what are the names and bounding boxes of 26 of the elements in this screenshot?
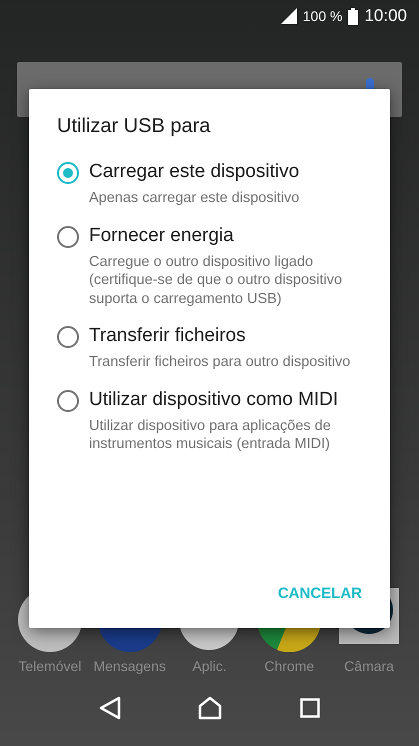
app-label[interactable]: Mensagens	[93, 658, 166, 674]
clock: 10:00	[364, 6, 407, 26]
signal-icon	[280, 8, 297, 24]
cancel-button[interactable]: CANCELAR	[270, 579, 370, 608]
app-label[interactable]: Câmara	[344, 658, 394, 674]
dialog-title: Utilizar USB para	[57, 115, 212, 138]
radio-button[interactable]	[57, 326, 79, 348]
home-icon[interactable]	[198, 696, 222, 720]
recents-icon[interactable]	[300, 698, 320, 718]
option-description: Carregue o outro dispositivo ligado (certifique-se de que o outro dispositivo suporta o carregamento USB)	[89, 252, 344, 308]
app-label[interactable]: Chrome	[264, 658, 314, 674]
radio-button[interactable]	[57, 226, 79, 248]
app-label[interactable]: Aplic.	[192, 658, 227, 674]
radio-button[interactable]	[57, 390, 79, 412]
option-description: Apenas carregar este dispositivo	[89, 189, 300, 208]
radio-button[interactable]	[57, 162, 79, 184]
app-label[interactable]: Telemóvel	[18, 658, 82, 674]
option-description: Utilizar dispositivo para aplicações de instrumentos musicais (entrada MIDI)	[89, 416, 332, 454]
back-icon[interactable]	[98, 696, 121, 720]
option-label[interactable]: Fornecer energia	[89, 224, 234, 248]
option-label[interactable]: Transferir ficheiros	[89, 324, 246, 348]
battery-icon	[348, 8, 358, 24]
battery-percentage: 100 %	[302, 8, 342, 24]
option-description: Transferir ficheiros para outro dispositivo	[89, 353, 352, 372]
option-label[interactable]: Utilizar dispositivo como MIDI	[89, 388, 338, 412]
option-label[interactable]: Carregar este dispositivo	[89, 160, 300, 184]
